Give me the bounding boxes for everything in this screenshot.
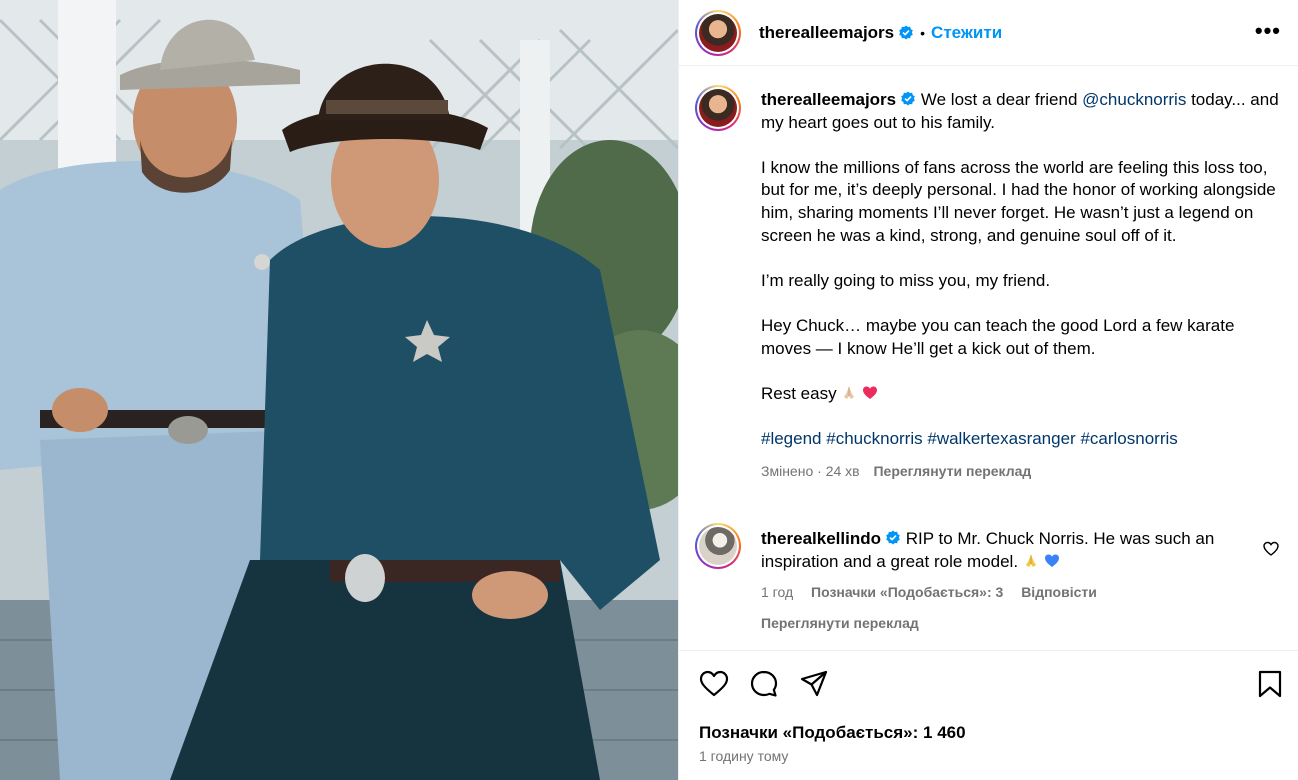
- hashtag-link[interactable]: #chucknorris: [826, 429, 922, 448]
- comment-time: 1 год: [761, 584, 794, 601]
- comment-bubble-icon[interactable]: [749, 669, 779, 699]
- post-actions: Позначки «Подобається»: 1 460 1 годину т…: [679, 650, 1298, 780]
- caption-paragraph: Rest easy: [761, 383, 837, 403]
- hashtag-link[interactable]: #legend: [761, 429, 822, 448]
- comment-likes[interactable]: Позначки «Подобається»: 3: [811, 584, 1003, 600]
- post-panel: therealleemajors • Стежити ••• therealle…: [678, 0, 1298, 780]
- edited-label: Змінено: [761, 463, 814, 480]
- caption-paragraph: I’m really going to miss you, my friend.: [761, 270, 1051, 290]
- caption-avatar[interactable]: [695, 85, 741, 131]
- post-header: therealleemajors • Стежити •••: [679, 0, 1298, 66]
- comment-meta: 1 год Позначки «Подобається»: 3 Відповіс…: [761, 581, 1231, 604]
- folded-hands-icon: [844, 386, 855, 399]
- caption-body: therealleemajors We lost a dear friend @…: [761, 89, 1281, 483]
- share-paper-plane-icon[interactable]: [799, 669, 829, 699]
- author-avatar[interactable]: [695, 9, 741, 56]
- edited-time: 24 хв: [825, 463, 860, 480]
- verified-badge-icon: [886, 530, 900, 545]
- header-separator: •: [920, 24, 926, 41]
- verified-badge-icon: [899, 25, 913, 39]
- header-user: therealleemajors • Стежити: [759, 23, 1002, 43]
- save-bookmark-icon[interactable]: [1255, 669, 1285, 699]
- comment-translate-link[interactable]: Переглянути переклад: [761, 612, 1231, 635]
- caption-intro: We lost a dear friend: [920, 90, 1078, 109]
- post-photo[interactable]: [0, 0, 678, 780]
- follow-button[interactable]: Стежити: [931, 23, 1002, 43]
- commenter-username[interactable]: therealkellindo: [761, 529, 881, 548]
- photo-illustration: [0, 0, 678, 780]
- post-time: 1 годину тому: [699, 748, 789, 764]
- caption-paragraph: I know the millions of fans across the w…: [761, 157, 1276, 245]
- more-options-icon[interactable]: •••: [1255, 20, 1281, 42]
- comments-section[interactable]: therealleemajors We lost a dear friend @…: [679, 67, 1298, 650]
- header-username[interactable]: therealleemajors: [759, 23, 894, 43]
- translate-link[interactable]: Переглянути переклад: [873, 463, 1031, 479]
- red-heart-icon: [863, 386, 878, 399]
- like-heart-icon[interactable]: [699, 669, 729, 699]
- reply-button[interactable]: Відповісти: [1021, 584, 1097, 600]
- likes-count[interactable]: Позначки «Подобається»: 1 460: [699, 723, 966, 743]
- folded-hands-icon: [1025, 554, 1036, 567]
- comment-body: therealkellindo RIP to Mr. Chuck Norris.…: [761, 528, 1231, 634]
- commenter-avatar[interactable]: [695, 523, 741, 569]
- caption-meta: Змінено · 24 хв Переглянути переклад: [761, 460, 1281, 483]
- verified-badge-icon: [901, 91, 915, 106]
- caption-username[interactable]: therealleemajors: [761, 90, 896, 109]
- caption-paragraph: Hey Chuck… maybe you can teach the good …: [761, 315, 1235, 358]
- hashtag-link[interactable]: #walkertexasranger: [927, 429, 1075, 448]
- meta-separator: ·: [817, 463, 822, 480]
- comment-like-heart-icon[interactable]: [1263, 541, 1279, 557]
- mention-link[interactable]: @chucknorris: [1082, 90, 1186, 109]
- blue-heart-icon: [1044, 554, 1059, 567]
- hashtag-link[interactable]: #carlosnorris: [1080, 429, 1177, 448]
